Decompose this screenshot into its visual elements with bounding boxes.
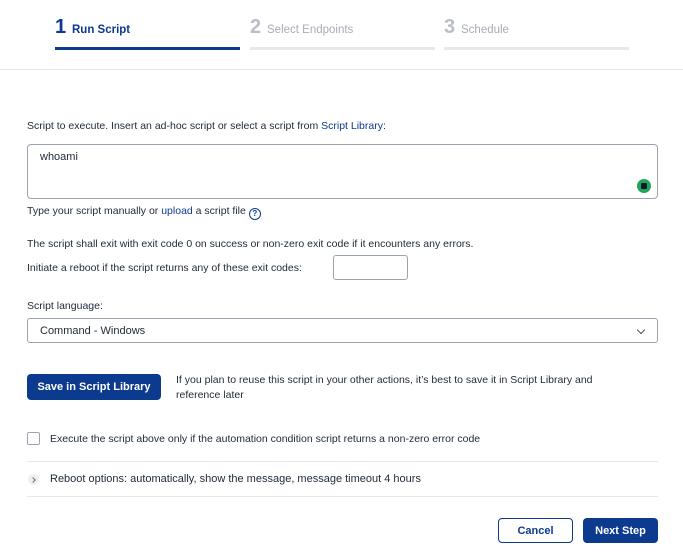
step-progress-bar <box>250 47 435 50</box>
next-step-button[interactable]: Next Step <box>583 518 658 543</box>
upload-link[interactable]: upload <box>161 205 193 217</box>
script-hint-suffix: a script file <box>192 205 246 217</box>
step-progress-bar <box>55 47 240 50</box>
chevron-down-icon <box>636 325 646 335</box>
step-number: 2 <box>250 16 262 38</box>
script-language-label: Script language: <box>27 300 103 312</box>
condition-checkbox[interactable] <box>27 432 40 445</box>
ai-assistant-icon[interactable] <box>637 179 651 193</box>
condition-label: Execute the script above only if the aut… <box>50 433 481 445</box>
script-language-value: Command - Windows <box>40 325 146 337</box>
step-label: Run Script <box>72 24 131 36</box>
wizard-stepper: 1 Run Script 2 Select Endpoints 3 Schedu… <box>0 0 683 70</box>
step-number: 1 <box>55 16 67 38</box>
divider <box>27 461 658 462</box>
script-editor[interactable]: whoami <box>27 144 658 199</box>
step-label: Select Endpoints <box>267 24 354 36</box>
chevron-right-icon[interactable] <box>28 474 39 485</box>
step-number: 3 <box>444 16 456 38</box>
save-note-line1: If you plan to reuse this script in your… <box>176 374 593 386</box>
help-icon[interactable]: ? <box>248 208 261 220</box>
reboot-exit-codes-input[interactable] <box>333 255 408 280</box>
cancel-button[interactable]: Cancel <box>498 518 573 543</box>
script-prompt-suffix: : <box>382 120 386 132</box>
save-in-library-button[interactable]: Save in Script Library <box>27 374 161 400</box>
exit-code-info: The script shall exit with exit code 0 o… <box>27 238 474 250</box>
script-library-link[interactable]: Script Library <box>321 120 383 132</box>
reboot-options-toggle[interactable]: Reboot options: automatically, show the … <box>50 473 421 485</box>
step-progress-bar <box>444 47 629 50</box>
divider <box>27 496 658 497</box>
script-prompt-text: Script to execute. Insert an ad-hoc scri… <box>27 120 322 132</box>
script-prompt: Script to execute. Insert an ad-hoc scri… <box>27 120 386 132</box>
save-note-line2: reference later <box>176 389 244 401</box>
script-hint-prefix: Type your script manually or <box>27 205 162 217</box>
reboot-exit-codes-label: Initiate a reboot if the script returns … <box>27 262 302 274</box>
script-language-select[interactable]: Command - Windows <box>27 318 658 343</box>
script-hint: Type your script manually or upload a sc… <box>27 205 261 220</box>
script-editor-value: whoami <box>40 151 78 163</box>
step-label: Schedule <box>461 24 509 36</box>
